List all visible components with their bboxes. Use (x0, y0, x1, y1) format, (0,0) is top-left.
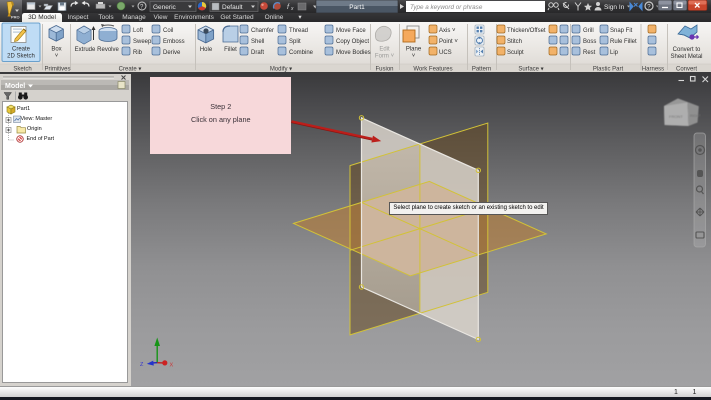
svg-text:Emboss: Emboss (163, 39, 185, 45)
svg-text:Grill: Grill (583, 28, 594, 34)
svg-text:Axis ˅: Axis ˅ (439, 28, 456, 34)
svg-text:Box: Box (51, 47, 61, 53)
svg-text:Lip: Lip (610, 50, 619, 56)
svg-text:x: x (290, 6, 294, 12)
svg-text:X: X (170, 363, 174, 369)
svg-text:Derive: Derive (163, 50, 181, 56)
svg-text:Rest: Rest (583, 50, 596, 56)
svg-text:˅: ˅ (412, 54, 416, 60)
svg-text:Type a keyword or phrase: Type a keyword or phrase (410, 4, 483, 11)
svg-text:Snap Fit: Snap Fit (610, 28, 633, 34)
svg-text:Rib: Rib (133, 50, 143, 56)
svg-text:Move Face: Move Face (336, 28, 366, 34)
svg-text:Loft: Loft (133, 28, 143, 34)
svg-text:Generic: Generic (153, 4, 177, 11)
svg-text:Hole: Hole (200, 47, 213, 53)
svg-text:Fillet: Fillet (224, 47, 237, 53)
svg-text:Default: Default (222, 4, 243, 11)
svg-text:Sign In: Sign In (604, 4, 625, 11)
svg-text:Thread: Thread (289, 28, 308, 34)
svg-text:Z: Z (140, 362, 144, 368)
svg-text:UCS: UCS (439, 50, 452, 56)
svg-text:Extrude: Extrude (75, 47, 96, 53)
svg-text:Copy Object: Copy Object (336, 39, 369, 45)
svg-text:Form ˅: Form ˅ (375, 54, 395, 60)
svg-text:Part1: Part1 (349, 4, 365, 11)
svg-text:RIGHT: RIGHT (690, 114, 702, 118)
svg-text:Stitch: Stitch (507, 39, 522, 45)
svg-text:Sheet Metal: Sheet Metal (670, 54, 702, 60)
svg-text:Combine: Combine (289, 50, 314, 56)
svg-text:Sweep: Sweep (133, 39, 152, 45)
svg-text:Shell: Shell (251, 39, 264, 45)
svg-text:Create: Create (12, 47, 31, 53)
svg-text:Edit: Edit (379, 47, 390, 53)
svg-text:Revolve: Revolve (97, 47, 119, 53)
svg-text:Thicken/Offset: Thicken/Offset (507, 28, 546, 34)
svg-text:Convert to: Convert to (673, 47, 701, 53)
svg-text:PRO: PRO (11, 15, 20, 20)
svg-text:FRONT: FRONT (669, 114, 683, 119)
svg-text:Draft: Draft (251, 50, 264, 56)
svg-text:Split: Split (289, 39, 301, 45)
svg-text:2D Sketch: 2D Sketch (7, 54, 35, 60)
svg-text:Model: Model (5, 83, 25, 90)
svg-text:Rule Fillet: Rule Fillet (610, 39, 637, 45)
svg-text:Sculpt: Sculpt (507, 50, 524, 56)
svg-text:f: f (287, 4, 290, 11)
svg-text:Plane: Plane (406, 47, 422, 53)
svg-text:˅: ˅ (55, 54, 59, 60)
svg-text:Coil: Coil (163, 28, 173, 34)
svg-text:Boss: Boss (583, 39, 596, 45)
svg-text:Chamfer: Chamfer (251, 28, 274, 34)
svg-text:Point ˅: Point ˅ (439, 39, 458, 45)
svg-text:Move Bodies: Move Bodies (336, 50, 371, 56)
